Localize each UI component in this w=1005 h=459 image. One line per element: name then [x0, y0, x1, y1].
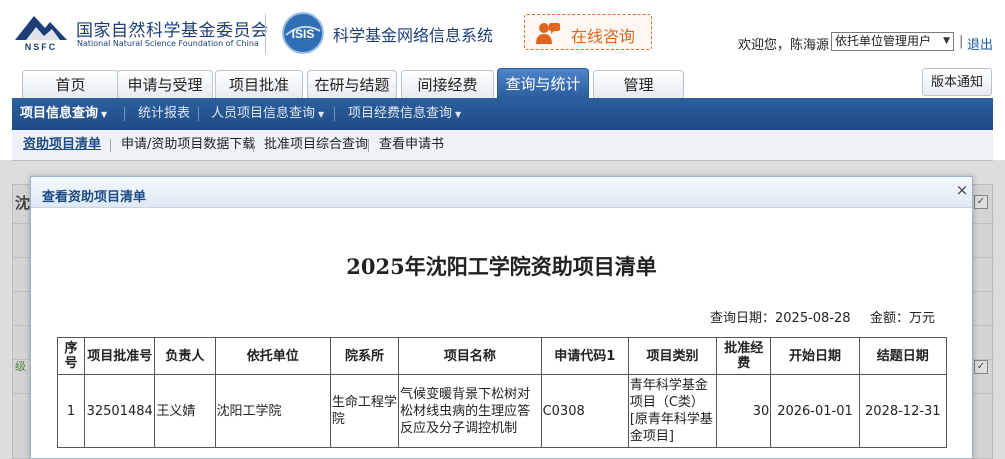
query-date: 查询日期：2025-08-28	[710, 307, 851, 326]
third-data-download[interactable]: 申请/资助项目数据下载	[121, 130, 255, 160]
funded-list-dialog: 查看资助项目清单 × 2025年沈阳工学院资助项目清单 查询日期：2025-08…	[30, 176, 973, 459]
tab-approval[interactable]: 项目批准	[215, 70, 303, 98]
cell-approval-no: 32501484	[84, 374, 156, 448]
role-select[interactable]: 依托单位管理用户 ▼	[831, 32, 954, 51]
cell-leader: 王义婧	[154, 374, 216, 448]
welcome-text: 欢迎您，陈海源	[738, 38, 830, 53]
consult-person-icon	[536, 23, 560, 44]
col-header-end-date: 结题日期	[858, 337, 948, 375]
subnav-separator	[124, 107, 125, 121]
online-consult-label: 在线咨询	[571, 27, 636, 46]
subnav-person-project-label: 人员项目信息查询	[211, 106, 316, 121]
site-header: NSFC 国家自然科学基金委员会 National Natural Scienc…	[0, 0, 1005, 68]
tab-research[interactable]: 在研与结题	[307, 70, 397, 98]
query-date-value: 2025-08-28	[775, 311, 851, 326]
caret-down-icon: ▼	[318, 110, 325, 119]
caret-down-icon: ▼	[101, 110, 108, 119]
third-separator	[253, 139, 254, 152]
subnav-project-funding[interactable]: 项目经费信息查询 ▼	[348, 98, 461, 130]
subnav-stats-report-label: 统计报表	[138, 106, 191, 121]
tab-home[interactable]: 首页	[22, 70, 119, 98]
tab-manage[interactable]: 管理	[593, 70, 684, 98]
report-title: 2025年沈阳工学院资助项目清单	[346, 254, 657, 279]
cell-funding: 30	[716, 374, 772, 448]
nsfc-logo-text: NSFC	[25, 42, 58, 52]
header-divider	[265, 14, 266, 54]
col-header-project-name: 项目名称	[398, 337, 542, 375]
amount-unit: 金额：万元	[870, 311, 936, 326]
system-title: 科学基金网络信息系统	[333, 26, 494, 45]
tab-indirect[interactable]: 间接经费	[401, 70, 494, 98]
subnav-person-project[interactable]: 人员项目信息查询 ▼	[211, 98, 324, 130]
chevron-down-icon: ▼	[943, 36, 950, 46]
version-notice-button[interactable]: 版本通知	[922, 68, 992, 96]
subnav-project-funding-label: 项目经费信息查询	[348, 106, 453, 121]
cell-end-date: 2028-12-31	[858, 374, 948, 448]
dialog-title: 查看资助项目清单	[42, 190, 147, 205]
sub-navigation: 项目信息查询 ▼ 统计报表 人员项目信息查询 ▼ 项目经费信息查询 ▼	[12, 98, 993, 130]
col-header-department: 院系所	[329, 337, 400, 375]
cell-start-date: 2026-01-01	[770, 374, 860, 448]
online-consult-button[interactable]: 在线咨询	[524, 14, 652, 50]
logout-link[interactable]: 退出	[967, 34, 993, 53]
cell-seq: 1	[56, 374, 86, 448]
caret-down-icon: ▼	[455, 110, 462, 119]
third-funded-list[interactable]: 资助项目清单	[23, 130, 101, 160]
cell-project-name: 气候变暖背景下松树对松材线虫病的生理应答反应及分子调控机制	[398, 374, 542, 448]
tab-apply[interactable]: 申请与受理	[117, 70, 213, 98]
subnav-stats-report[interactable]: 统计报表	[138, 98, 190, 130]
third-view-application[interactable]: 查看申请书	[379, 130, 444, 160]
cell-code: C0308	[540, 374, 629, 448]
dialog-header: 查看资助项目清单 ×	[31, 177, 972, 208]
main-tabs: 首页 申请与受理 项目批准 在研与结题 间接经费 查询与统计 管理 版本通知	[0, 68, 1005, 98]
col-header-seq: 序号	[56, 337, 86, 375]
isis-logo: ISIS	[282, 12, 324, 54]
org-name-cn: 国家自然科学基金委员会	[76, 21, 269, 41]
cell-department: 生命工程学院	[329, 374, 400, 448]
role-select-value: 依托单位管理用户	[835, 34, 932, 48]
subnav-separator	[334, 107, 335, 121]
table-row: 1 32501484 王义婧 沈阳工学院 生命工程学院 气候变暖背景下松树对松材…	[56, 374, 948, 448]
query-date-label: 查询日期：	[710, 311, 776, 326]
col-header-category: 项目类别	[627, 337, 718, 375]
col-header-institution: 依托单位	[214, 337, 331, 375]
tab-query-stats[interactable]: 查询与统计	[497, 68, 589, 98]
col-header-approval-no: 项目批准号	[84, 337, 156, 375]
subnav-separator	[198, 107, 199, 121]
third-separator	[110, 139, 111, 152]
table-header-row: 序号 项目批准号 负责人 依托单位 院系所 项目名称 申请代码1 项目类别 批准…	[56, 337, 948, 375]
funded-projects-table: 序号 项目批准号 负责人 依托单位 院系所 项目名称 申请代码1 项目类别 批准…	[56, 337, 948, 448]
col-header-funding: 批准经费	[716, 337, 772, 375]
third-navigation: 资助项目清单 申请/资助项目数据下载 批准项目综合查询 查看申请书	[12, 130, 993, 161]
subnav-project-info-label: 项目信息查询	[20, 106, 99, 121]
cell-institution: 沈阳工学院	[214, 374, 331, 448]
cell-category: 青年科学基金项目（C类）[原青年科学基金项目]	[627, 374, 718, 448]
third-separator	[368, 139, 369, 152]
close-icon[interactable]: ×	[954, 182, 970, 198]
isis-logo-text: ISIS	[292, 27, 315, 41]
col-header-code: 申请代码1	[540, 337, 629, 375]
third-approved-query[interactable]: 批准项目综合查询	[264, 130, 368, 160]
col-header-start-date: 开始日期	[770, 337, 860, 375]
header-separator: |	[959, 34, 964, 49]
subnav-project-info[interactable]: 项目信息查询 ▼	[20, 98, 107, 130]
col-header-leader: 负责人	[154, 337, 216, 375]
nsfc-logo: NSFC	[15, 16, 67, 52]
org-name-en: National Natural Science Foundation of C…	[77, 39, 259, 48]
